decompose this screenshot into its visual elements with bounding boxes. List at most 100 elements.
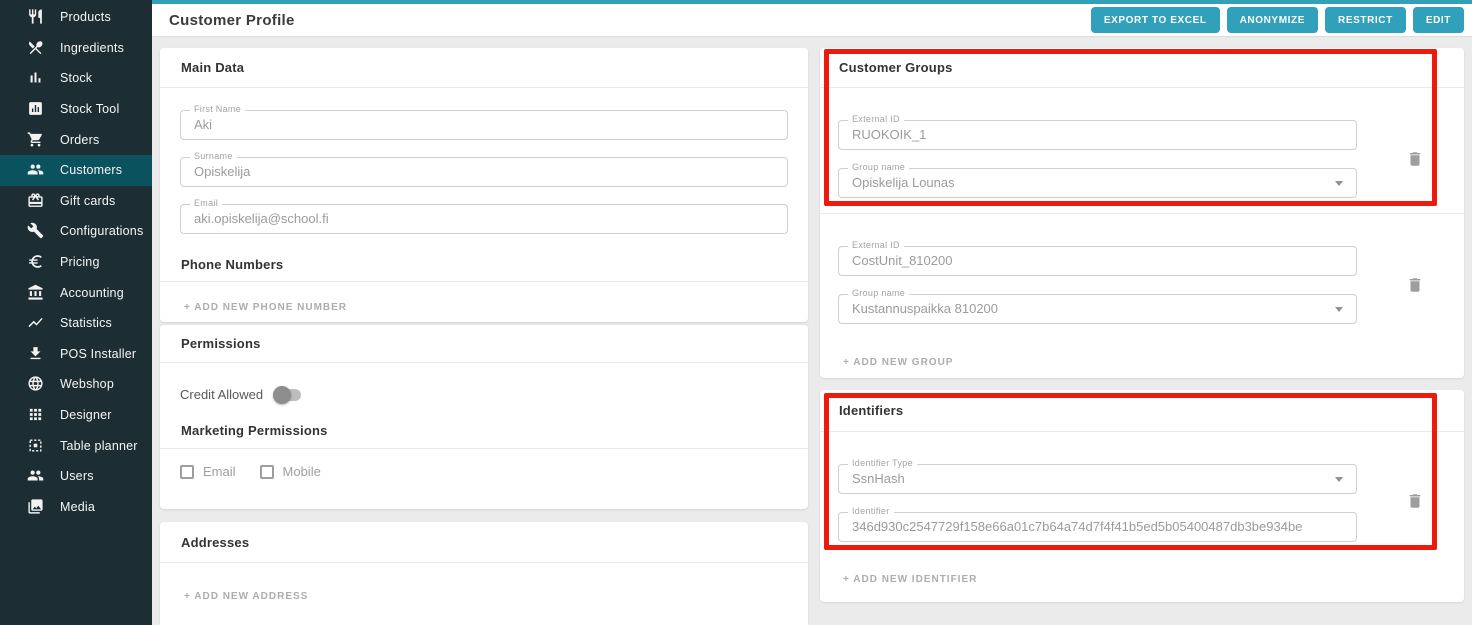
- surname-value: Opiskelija: [181, 158, 787, 186]
- sidebar-item-pos-installer[interactable]: POS Installer: [0, 339, 152, 370]
- email-value: aki.opiskelija@school.fi: [181, 205, 787, 233]
- page-title: Customer Profile: [169, 12, 295, 29]
- group-name-select[interactable]: Group name Kustannuspaikka 810200: [838, 294, 1357, 324]
- email-checkbox[interactable]: [180, 465, 194, 479]
- customer-groups-title: Customer Groups: [820, 48, 1464, 88]
- gift-card-icon: [27, 192, 45, 210]
- sidebar-item-statistics[interactable]: Statistics: [0, 308, 152, 339]
- sidebar-item-accounting[interactable]: Accounting: [0, 277, 152, 308]
- sidebar-item-label: Products: [60, 10, 111, 24]
- marketing-options-row: Email Mobile: [180, 464, 788, 479]
- restrict-button[interactable]: RESTRICT: [1325, 7, 1406, 33]
- email-field[interactable]: Email aki.opiskelija@school.fi: [180, 204, 788, 234]
- group-name-select[interactable]: Group name Opiskelija Lounas: [838, 168, 1357, 198]
- add-phone-number-button[interactable]: + ADD NEW PHONE NUMBER: [160, 282, 808, 313]
- add-identifier-button[interactable]: + ADD NEW IDENTIFIER: [820, 556, 1464, 585]
- mobile-checkbox-label: Mobile: [283, 464, 321, 479]
- people-icon: [27, 467, 45, 485]
- stock-tool-icon: [27, 100, 45, 118]
- add-group-button[interactable]: + ADD NEW GROUP: [820, 339, 1464, 368]
- sidebar-item-stock-tool[interactable]: Stock Tool: [0, 94, 152, 125]
- sidebar-item-gift-cards[interactable]: Gift cards: [0, 186, 152, 217]
- identifier-type-label: Identifier Type: [848, 458, 917, 468]
- sidebar-item-webshop[interactable]: Webshop: [0, 369, 152, 400]
- identifier-type-select[interactable]: Identifier Type SsnHash: [838, 464, 1357, 494]
- dropdown-arrow-icon: [1335, 307, 1343, 312]
- customer-profile-screen: Products Ingredients Stock Stock Tool Orders…: [0, 0, 1472, 625]
- email-label: Email: [190, 198, 222, 208]
- first-name-value: Aki: [181, 111, 787, 139]
- dropdown-arrow-icon: [1335, 181, 1343, 186]
- sidebar-item-orders[interactable]: Orders: [0, 124, 152, 155]
- export-to-excel-button[interactable]: EXPORT TO EXCEL: [1091, 7, 1220, 33]
- sidebar-item-label: Media: [60, 500, 95, 514]
- permissions-card: Permissions Credit Allowed Marketing Per…: [160, 325, 808, 509]
- sidebar-item-table-planner[interactable]: Table planner: [0, 430, 152, 461]
- identifiers-title: Identifiers: [820, 390, 1464, 432]
- first-name-field[interactable]: First Name Aki: [180, 110, 788, 140]
- sidebar-item-label: Stock Tool: [60, 102, 119, 116]
- external-id-field[interactable]: External ID CostUnit_810200: [838, 246, 1357, 276]
- sidebar-item-label: Statistics: [60, 316, 112, 330]
- sidebar-item-label: Table planner: [60, 439, 138, 453]
- mobile-checkbox[interactable]: [260, 465, 274, 479]
- sidebar-item-pricing[interactable]: Pricing: [0, 247, 152, 278]
- phone-numbers-title: Phone Numbers: [160, 251, 808, 282]
- credit-allowed-toggle[interactable]: [274, 389, 301, 401]
- edit-button[interactable]: EDIT: [1413, 7, 1464, 33]
- bank-icon: [27, 284, 45, 302]
- identifier-row: Identifier Type SsnHash Identifier 346d9…: [820, 432, 1464, 556]
- sidebar-item-label: Stock: [60, 71, 92, 85]
- sidebar-item-label: Users: [60, 469, 94, 483]
- sidebar-item-label: Accounting: [60, 286, 124, 300]
- restaurant-menu-icon: [27, 39, 45, 57]
- sidebar-item-ingredients[interactable]: Ingredients: [0, 33, 152, 64]
- identifier-field[interactable]: Identifier 346d930c2547729f158e66a01c7b6…: [838, 512, 1357, 542]
- group-name-label: Group name: [848, 288, 909, 298]
- surname-label: Surname: [190, 151, 237, 161]
- main-data-title: Main Data: [160, 48, 808, 88]
- sidebar-item-users[interactable]: Users: [0, 461, 152, 492]
- main-data-card: Main Data First Name Aki Surname Opiskel…: [160, 48, 808, 322]
- sidebar-item-media[interactable]: Media: [0, 492, 152, 523]
- customer-groups-card: Customer Groups External ID RUOKOIK_1 Gr…: [820, 48, 1464, 378]
- toggle-knob: [273, 386, 291, 404]
- dropdown-arrow-icon: [1335, 477, 1343, 482]
- sidebar-item-label: Webshop: [60, 377, 114, 391]
- identifiers-card: Identifiers Identifier Type SsnHash Iden…: [820, 390, 1464, 602]
- anonymize-button[interactable]: ANONYMIZE: [1227, 7, 1318, 33]
- sidebar-item-customers[interactable]: Customers: [0, 155, 152, 186]
- external-id-value: CostUnit_810200: [839, 247, 1356, 275]
- wrench-icon: [27, 222, 45, 240]
- delete-group-icon[interactable]: [1406, 150, 1424, 168]
- sidebar-item-label: Orders: [60, 133, 99, 147]
- sidebar-item-designer[interactable]: Designer: [0, 400, 152, 431]
- add-address-button[interactable]: + ADD NEW ADDRESS: [160, 563, 808, 602]
- sidebar-item-label: Ingredients: [60, 41, 124, 55]
- restaurant-icon: [27, 8, 45, 26]
- identifier-label: Identifier: [848, 506, 894, 516]
- sidebar-item-label: Configurations: [60, 224, 143, 238]
- marketing-permissions-title: Marketing Permissions: [160, 423, 808, 449]
- customer-group-row: External ID CostUnit_810200 Group name K…: [820, 214, 1464, 339]
- external-id-field[interactable]: External ID RUOKOIK_1: [838, 120, 1357, 150]
- addresses-card: Addresses + ADD NEW ADDRESS: [160, 522, 808, 625]
- group-name-label: Group name: [848, 162, 909, 172]
- surname-field[interactable]: Surname Opiskelija: [180, 157, 788, 187]
- app-header: Customer Profile EXPORT TO EXCEL ANONYMI…: [152, 4, 1472, 37]
- sidebar-item-label: Gift cards: [60, 194, 116, 208]
- delete-group-icon[interactable]: [1406, 276, 1424, 294]
- globe-icon: [27, 375, 45, 393]
- sidebar-item-label: Designer: [60, 408, 112, 422]
- addresses-title: Addresses: [160, 522, 808, 563]
- sidebar-item-configurations[interactable]: Configurations: [0, 216, 152, 247]
- delete-identifier-icon[interactable]: [1406, 492, 1424, 510]
- line-chart-icon: [27, 314, 45, 332]
- sidebar-item-label: POS Installer: [60, 347, 136, 361]
- euro-icon: [27, 253, 45, 271]
- sidebar-item-products[interactable]: Products: [0, 2, 152, 33]
- external-id-value: RUOKOIK_1: [839, 121, 1356, 149]
- sidebar-item-stock[interactable]: Stock: [0, 63, 152, 94]
- sidebar: Products Ingredients Stock Stock Tool Orders…: [0, 0, 152, 625]
- identifier-value: 346d930c2547729f158e66a01c7b64a74d7f4f41…: [839, 513, 1356, 541]
